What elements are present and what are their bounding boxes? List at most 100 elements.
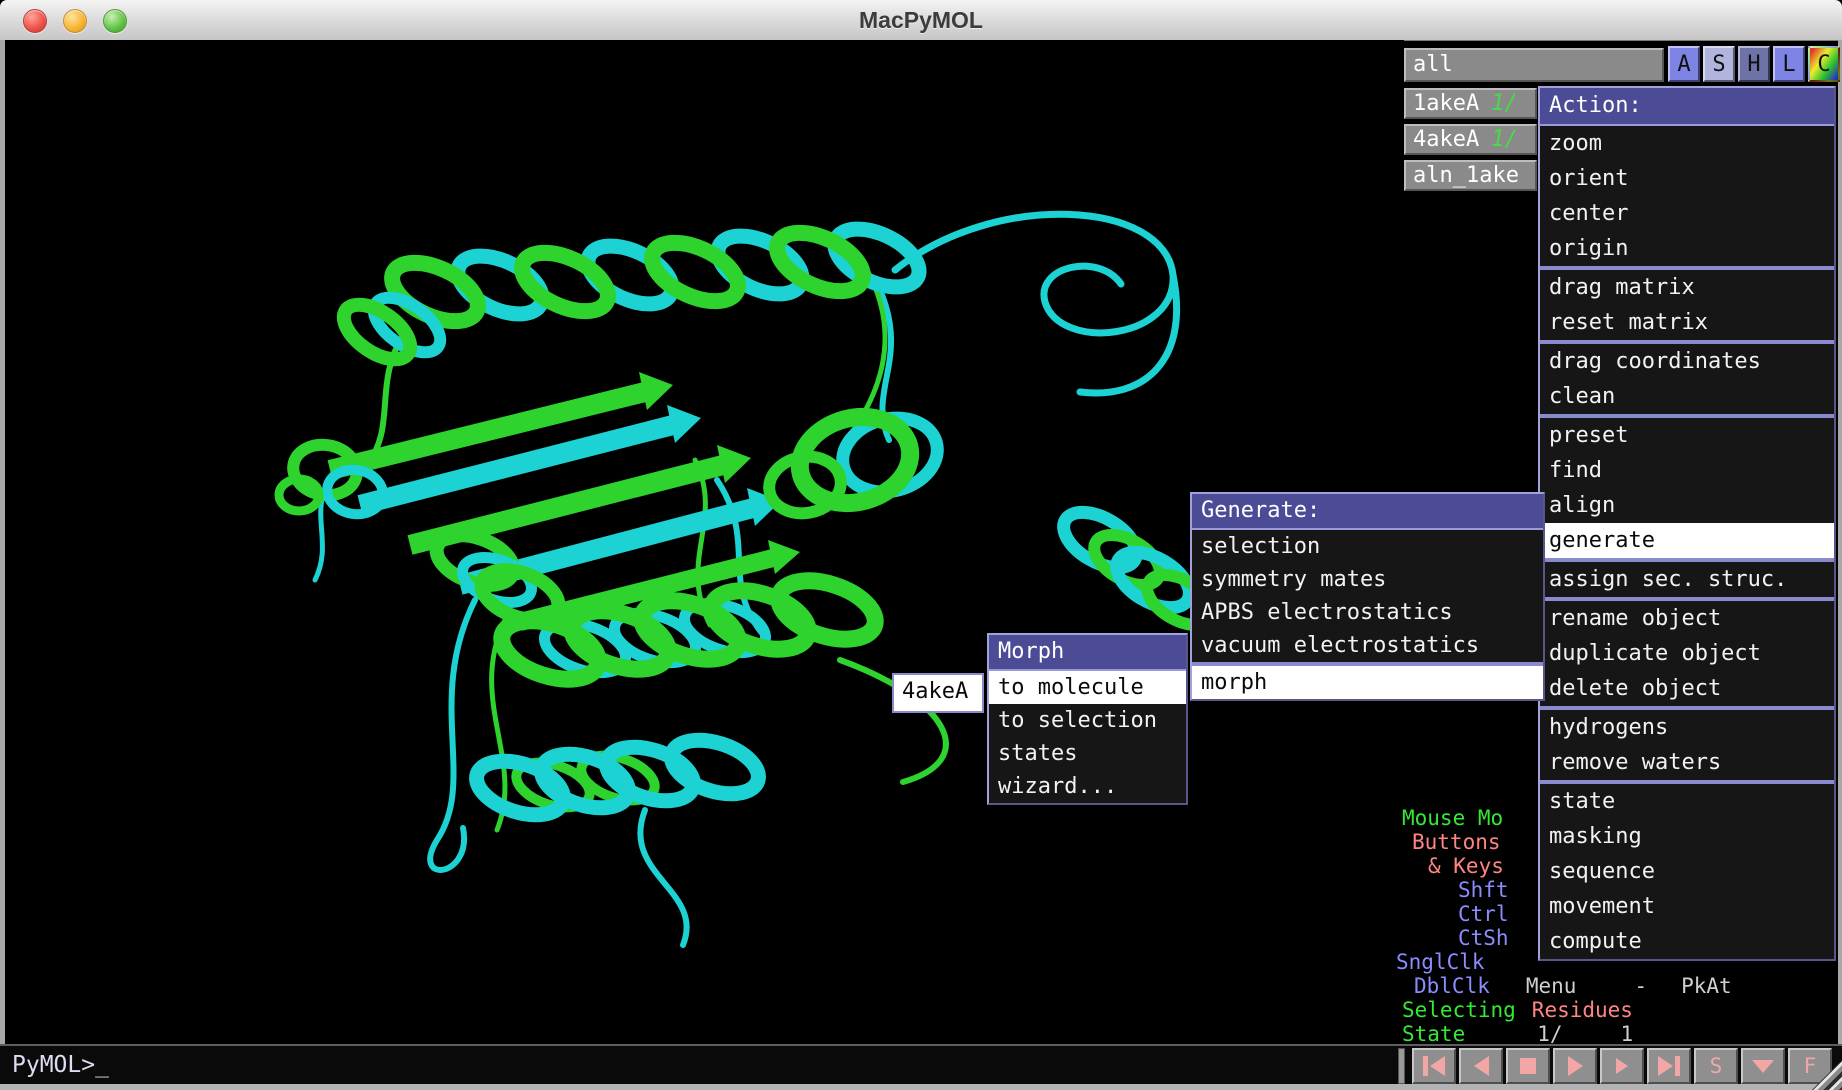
menu-item-drag-coordinates[interactable]: drag coordinates [1540,344,1834,379]
menu-item-assign-sec-struc[interactable]: assign sec. struc. [1540,562,1834,597]
go-to-start-icon [1430,1056,1445,1076]
panel-c-button[interactable]: C [1808,46,1840,82]
menu-item-selection[interactable]: selection [1192,530,1543,563]
mouse-panel-text: 1 [1621,1022,1634,1046]
menu-item-to-molecule[interactable]: to molecule [989,671,1186,704]
menu-item-hydrogens[interactable]: hydrogens [1540,710,1834,745]
object-name: 1akeA [1413,91,1479,116]
go-to-end-icon [1658,1056,1673,1076]
mouse-panel-text: State [1402,1022,1465,1046]
object-all-label: all [1413,52,1453,77]
mouse-panel-text: DblClk [1414,974,1490,998]
go-to-end-icon [1675,1056,1680,1076]
menu-item-generate[interactable]: generate [1540,523,1834,558]
object-row-1akea[interactable]: 1akeA1/ [1404,88,1537,119]
menu-item-reset-matrix[interactable]: reset matrix [1540,305,1834,340]
menu-item-states[interactable]: states [989,737,1186,770]
morph-menu: Morphto moleculeto selectionstateswizard… [987,633,1188,805]
object-state: 1/ [1491,127,1518,152]
menu-item-origin[interactable]: origin [1540,231,1834,266]
command-input[interactable]: PyMOL>_ [12,1052,109,1078]
mouse-panel-text: PkAt [1681,974,1732,998]
go-to-end-button[interactable] [1647,1048,1691,1084]
mouse-panel-text: Mouse Mo [1402,806,1503,830]
play-button[interactable] [1553,1048,1597,1084]
play-icon [1568,1056,1583,1076]
playback-divider [1398,1048,1405,1084]
mouse-panel-text: Selecting [1402,998,1516,1022]
ashlc-button-group: ASHLC [1668,46,1840,82]
object-list: 1akeA1/4akeA 1/aln_1ake [1404,88,1537,196]
object-name: aln_1ake [1413,163,1519,188]
mouse-panel-text: & Keys [1428,854,1504,878]
mouse-panel-text: 1/ [1537,1022,1562,1046]
object-name: 4akeA [1413,127,1479,152]
playback-controls: SF [1398,1048,1832,1084]
menu-item-wizard[interactable]: wizard... [989,770,1186,803]
mouse-panel-text: Buttons [1412,830,1501,854]
generate-menu: Generate:selectionsymmetry matesAPBS ele… [1190,492,1545,701]
menu-item-state[interactable]: state [1540,784,1834,819]
step-forward-icon [1616,1058,1628,1074]
step-back-icon [1474,1056,1489,1076]
menu-item-masking[interactable]: masking [1540,819,1834,854]
menu-item-orient[interactable]: orient [1540,161,1834,196]
menu-item-delete-object[interactable]: delete object [1540,671,1834,706]
molecule-popup-label[interactable]: 4akeA [892,673,984,713]
frame-menu-button[interactable] [1741,1048,1785,1084]
menu-item-morph[interactable]: morph [1192,666,1543,699]
scene-button[interactable]: S [1694,1048,1738,1084]
mouse-panel-text: SnglClk [1396,950,1485,974]
menu-item-movement[interactable]: movement [1540,889,1834,924]
frame-menu-icon [1752,1060,1774,1073]
window-title: MacPyMOL [0,0,1842,40]
mouse-panel-text: Shft [1458,878,1509,902]
menu-item-rename-object[interactable]: rename object [1540,601,1834,636]
mouse-panel-text: Ctrl [1458,902,1509,926]
mouse-panel-text: CtSh [1458,926,1509,950]
mouse-panel-line: Selecting Residues [1396,998,1838,1022]
menu-item-duplicate-object[interactable]: duplicate object [1540,636,1834,671]
go-to-start-icon [1423,1056,1428,1076]
menu-item-vacuum-electrostatics[interactable]: vacuum electrostatics [1192,629,1543,662]
fullscreen-icon: F [1804,1054,1817,1078]
object-row-4akea[interactable]: 4akeA 1/ [1404,124,1537,155]
window-right-edge [1838,40,1842,1084]
step-back-button[interactable] [1459,1048,1503,1084]
panel-s-button[interactable]: S [1703,46,1735,82]
menu-item-clean[interactable]: clean [1540,379,1834,414]
mouse-panel-text: Residues [1532,998,1633,1022]
menu-item-to-selection[interactable]: to selection [989,704,1186,737]
object-row-aln-1ake[interactable]: aln_1ake [1404,160,1537,191]
menu-item-remove-waters[interactable]: remove waters [1540,745,1834,780]
panel-h-button[interactable]: H [1738,46,1770,82]
menu-item-symmetry-mates[interactable]: symmetry mates [1192,563,1543,596]
go-to-start-button[interactable] [1412,1048,1456,1084]
action-menu: Action:zoomorientcenterorigin drag matrix… [1538,86,1836,961]
menu-item-zoom[interactable]: zoom [1540,126,1834,161]
menu-item-apbs-electrostatics[interactable]: APBS electrostatics [1192,596,1543,629]
morph-menu-title: Morph [989,635,1186,671]
window-bottom-edge [0,1084,1842,1090]
menu-item-center[interactable]: center [1540,196,1834,231]
panel-a-button[interactable]: A [1668,46,1700,82]
mouse-panel-text: - [1634,974,1647,998]
menu-item-drag-matrix[interactable]: drag matrix [1540,270,1834,305]
stop-button[interactable] [1506,1048,1550,1084]
menu-item-sequence[interactable]: sequence [1540,854,1834,889]
object-row-all[interactable]: all [1404,48,1664,82]
step-forward-button[interactable] [1600,1048,1644,1084]
scene-icon: S [1710,1054,1723,1078]
action-menu-title: Action: [1540,88,1834,126]
mouse-panel-text: Menu [1526,974,1577,998]
panel-l-button[interactable]: L [1773,46,1805,82]
menu-item-find[interactable]: find [1540,453,1834,488]
menu-item-align[interactable]: align [1540,488,1834,523]
molecule-popup-text: 4akeA [902,679,968,704]
menu-item-preset[interactable]: preset [1540,418,1834,453]
mouse-panel-line: State 1/1 [1396,1022,1838,1046]
stop-icon [1520,1058,1536,1074]
menu-item-compute[interactable]: compute [1540,924,1834,959]
protein-ribbons [279,214,1221,945]
mouse-panel-line: DblClk Menu - PkAt [1396,974,1838,998]
